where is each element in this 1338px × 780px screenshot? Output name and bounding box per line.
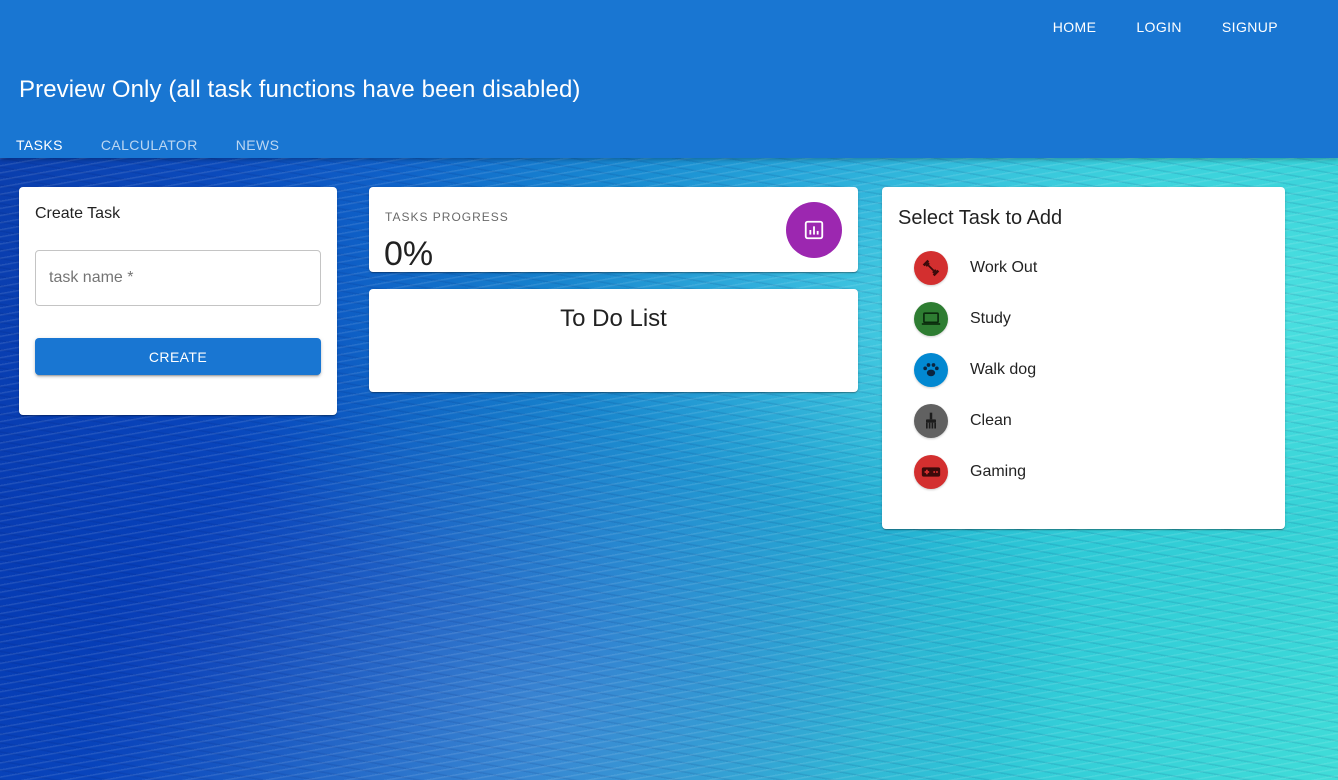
tab-calculator[interactable]: CALCULATOR <box>85 132 214 158</box>
nav-home-link[interactable]: HOME <box>1033 17 1117 37</box>
create-task-card: Create Task CREATE <box>19 187 337 415</box>
create-button[interactable]: CREATE <box>35 338 321 375</box>
task-option-walk-dog[interactable]: Walk dog <box>898 344 1269 395</box>
create-task-title: Create Task <box>35 205 121 222</box>
task-option-label: Gaming <box>970 462 1027 480</box>
task-option-study[interactable]: Study <box>898 293 1269 344</box>
laptop-icon <box>914 301 948 336</box>
todo-list-card: To Do List <box>369 289 858 392</box>
task-name-input[interactable] <box>35 250 321 306</box>
tasks-progress-label: TASKS PROGRESS <box>385 210 509 224</box>
nav-signup-link[interactable]: SIGNUP <box>1202 17 1298 37</box>
select-task-title: Select Task to Add <box>898 207 1063 229</box>
paw-icon <box>914 352 948 387</box>
task-option-clean[interactable]: Clean <box>898 395 1269 446</box>
tab-news[interactable]: NEWS <box>220 132 296 158</box>
task-option-label: Clean <box>970 411 1012 429</box>
bar-chart-icon <box>786 202 842 258</box>
task-option-gaming[interactable]: Gaming <box>898 446 1269 497</box>
task-option-label: Walk dog <box>970 360 1037 378</box>
tasks-progress-value: 0% <box>384 235 434 273</box>
gamepad-icon <box>914 454 948 489</box>
broom-icon <box>914 403 948 438</box>
app-bar: HOME LOGIN SIGNUP Preview Only (all task… <box>0 0 1338 158</box>
tab-tasks[interactable]: TASKS <box>0 132 79 158</box>
task-option-label: Work Out <box>970 258 1038 276</box>
select-task-card: Select Task to Add Work Out Study Walk d… <box>882 187 1285 529</box>
task-option-label: Study <box>970 309 1011 327</box>
todo-list-title: To Do List <box>560 305 667 332</box>
task-option-list: Work Out Study Walk dog Clean Gaming <box>898 242 1269 497</box>
tab-bar: TASKS CALCULATOR NEWS <box>0 132 295 158</box>
nav-login-link[interactable]: LOGIN <box>1116 17 1202 37</box>
dumbbell-icon <box>914 250 948 285</box>
top-nav: HOME LOGIN SIGNUP <box>1033 17 1298 37</box>
page-title: Preview Only (all task functions have be… <box>19 76 581 103</box>
task-option-work-out[interactable]: Work Out <box>898 242 1269 293</box>
tasks-progress-card: TASKS PROGRESS 0% <box>369 187 858 273</box>
